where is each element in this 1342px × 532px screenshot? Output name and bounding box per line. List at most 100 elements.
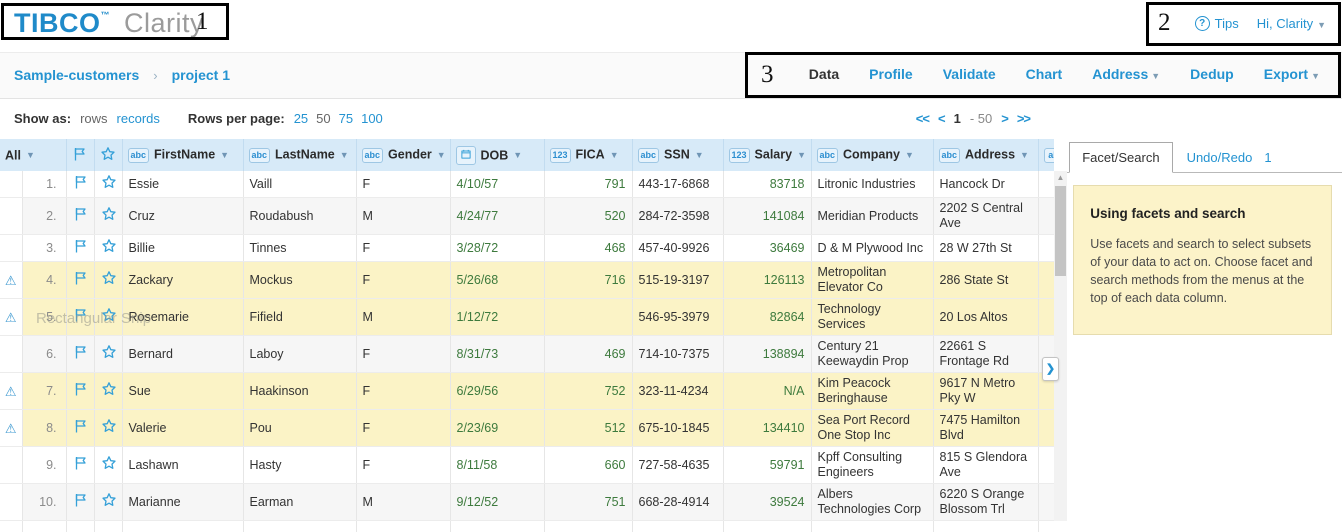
column-header-gender[interactable]: abcGender▼ [356, 139, 450, 171]
row-flag-toggle[interactable] [66, 373, 94, 410]
cell-first_name[interactable]: Sue [122, 373, 243, 410]
cell-dob[interactable]: 5/26/68 [450, 262, 544, 299]
vertical-scrollbar[interactable]: ▲ [1054, 171, 1067, 521]
all-menu-arrow-icon[interactable]: ▼ [26, 150, 35, 160]
cell-ssn[interactable]: 546-95-3979 [632, 299, 723, 336]
cell-fica[interactable]: 660 [544, 447, 632, 484]
row-flag-toggle[interactable] [66, 447, 94, 484]
cell-ssn[interactable]: 668-28-4914 [632, 484, 723, 521]
cell-dob[interactable]: 9/12/52 [450, 484, 544, 521]
show-as-records[interactable]: records [117, 111, 160, 126]
cell-address[interactable]: 7475 Hamilton Blvd [933, 410, 1038, 447]
column-menu-arrow-icon[interactable]: ▼ [905, 150, 914, 160]
column-header-ssn[interactable]: abcSSN▼ [632, 139, 723, 171]
cell-dob[interactable]: 6/29/56 [450, 373, 544, 410]
cell-salary[interactable]: 82864 [723, 299, 811, 336]
cell-company[interactable]: Meridian Products [811, 198, 933, 235]
cell-company[interactable]: Litronic Industries [811, 171, 933, 198]
cell-address[interactable]: 9617 N Metro Pky W [933, 373, 1038, 410]
cell-first_name[interactable]: Marianne [122, 484, 243, 521]
cell-last_name[interactable]: Hasty [243, 447, 356, 484]
row-flag-toggle[interactable] [66, 336, 94, 373]
row-star-toggle[interactable] [94, 171, 122, 198]
column-menu-arrow-icon[interactable]: ▼ [220, 150, 229, 160]
first-page-button[interactable]: << [916, 111, 929, 126]
row-flag-toggle[interactable] [66, 410, 94, 447]
cell-fica[interactable]: 752 [544, 373, 632, 410]
cell-fica[interactable]: 469 [544, 336, 632, 373]
page-size-100[interactable]: 100 [361, 111, 383, 126]
cell-gender[interactable]: F [356, 410, 450, 447]
cell-gender[interactable]: M [356, 299, 450, 336]
cell-salary[interactable]: 138894 [723, 336, 811, 373]
cell-last_name[interactable]: Roudabush [243, 198, 356, 235]
page-size-75[interactable]: 75 [339, 111, 353, 126]
cell-salary[interactable]: 83718 [723, 171, 811, 198]
row-star-toggle[interactable] [94, 262, 122, 299]
cell-company[interactable]: Technology Services [811, 299, 933, 336]
cell-first_name[interactable]: Lashawn [122, 447, 243, 484]
row-flag-toggle[interactable] [66, 484, 94, 521]
nav-item-address[interactable]: Address▼ [1092, 66, 1160, 82]
nav-item-validate[interactable]: Validate [943, 66, 996, 82]
row-star-toggle[interactable] [94, 299, 122, 336]
cell-company[interactable]: Sea Port Record One Stop Inc [811, 410, 933, 447]
tab-facet-search[interactable]: Facet/Search [1069, 142, 1172, 173]
cell-dob[interactable]: 2/23/69 [450, 410, 544, 447]
cell-address[interactable]: 28 W 27th St [933, 235, 1038, 262]
cell-salary[interactable]: 126113 [723, 262, 811, 299]
cell-company[interactable]: D & M Plywood Inc [811, 235, 933, 262]
cell-last_name[interactable]: Tinnes [243, 235, 356, 262]
column-header-fica[interactable]: 123FICA▼ [544, 139, 632, 171]
cell-address[interactable]: Hancock Dr [933, 171, 1038, 198]
column-header-company[interactable]: abcCompany▼ [811, 139, 933, 171]
cell-first_name[interactable]: Cruz [122, 198, 243, 235]
row-star-toggle[interactable] [94, 198, 122, 235]
cell-first_name[interactable]: Zackary [122, 262, 243, 299]
cell-dob[interactable]: 8/11/58 [450, 447, 544, 484]
breadcrumb-dataset[interactable]: Sample-customers [14, 67, 139, 83]
cell-gender[interactable]: F [356, 447, 450, 484]
page-size-25[interactable]: 25 [294, 111, 308, 126]
column-menu-arrow-icon[interactable]: ▼ [695, 150, 704, 160]
cell-last_name[interactable]: Mockus [243, 262, 356, 299]
tab-undo-redo[interactable]: Undo/Redo [1173, 143, 1259, 172]
cell-ssn[interactable]: 457-40-9926 [632, 235, 723, 262]
cell-first_name[interactable]: Bernard [122, 336, 243, 373]
tips-link[interactable]: ? Tips [1195, 16, 1239, 31]
nav-item-dedup[interactable]: Dedup [1190, 66, 1234, 82]
column-header-firstname[interactable]: abcFirstName▼ [122, 139, 243, 171]
cell-company[interactable]: Kim Peacock Beringhause [811, 373, 933, 410]
cell-dob[interactable]: 3/28/72 [450, 235, 544, 262]
last-page-button[interactable]: >> [1017, 111, 1030, 126]
column-header-flag[interactable] [66, 139, 94, 171]
cell-last_name[interactable]: Fifield [243, 299, 356, 336]
cell-last_name[interactable]: Laboy [243, 336, 356, 373]
nav-item-data[interactable]: Data [809, 66, 839, 82]
cell-ssn[interactable]: 675-10-1845 [632, 410, 723, 447]
cell-address[interactable]: 286 State St [933, 262, 1038, 299]
column-header-address[interactable]: abcAddress▼ [933, 139, 1038, 171]
cell-ssn[interactable]: 515-19-3197 [632, 262, 723, 299]
cell-company[interactable]: Albers Technologies Corp [811, 484, 933, 521]
cell-fica[interactable]: 716 [544, 262, 632, 299]
cell-gender[interactable]: F [356, 336, 450, 373]
cell-ssn[interactable]: 443-17-6868 [632, 171, 723, 198]
cell-address[interactable]: 2202 S Central Ave [933, 198, 1038, 235]
cell-first_name[interactable]: Rosemarie [122, 299, 243, 336]
cell-gender[interactable]: F [356, 262, 450, 299]
cell-last_name[interactable]: Vaill [243, 171, 356, 198]
scroll-up-arrow-icon[interactable]: ▲ [1054, 173, 1067, 182]
cell-fica[interactable]: 512 [544, 410, 632, 447]
cell-salary[interactable]: 134410 [723, 410, 811, 447]
cell-first_name[interactable]: Valerie [122, 410, 243, 447]
cell-gender[interactable]: F [356, 235, 450, 262]
cell-address[interactable]: 20 Los Altos [933, 299, 1038, 336]
row-flag-toggle[interactable] [66, 235, 94, 262]
cell-last_name[interactable]: Pou [243, 410, 356, 447]
column-menu-arrow-icon[interactable]: ▼ [340, 150, 349, 160]
cell-fica[interactable]: 520 [544, 198, 632, 235]
column-header-star[interactable] [94, 139, 122, 171]
cell-salary[interactable]: 36469 [723, 235, 811, 262]
cell-salary[interactable]: N/A [723, 373, 811, 410]
